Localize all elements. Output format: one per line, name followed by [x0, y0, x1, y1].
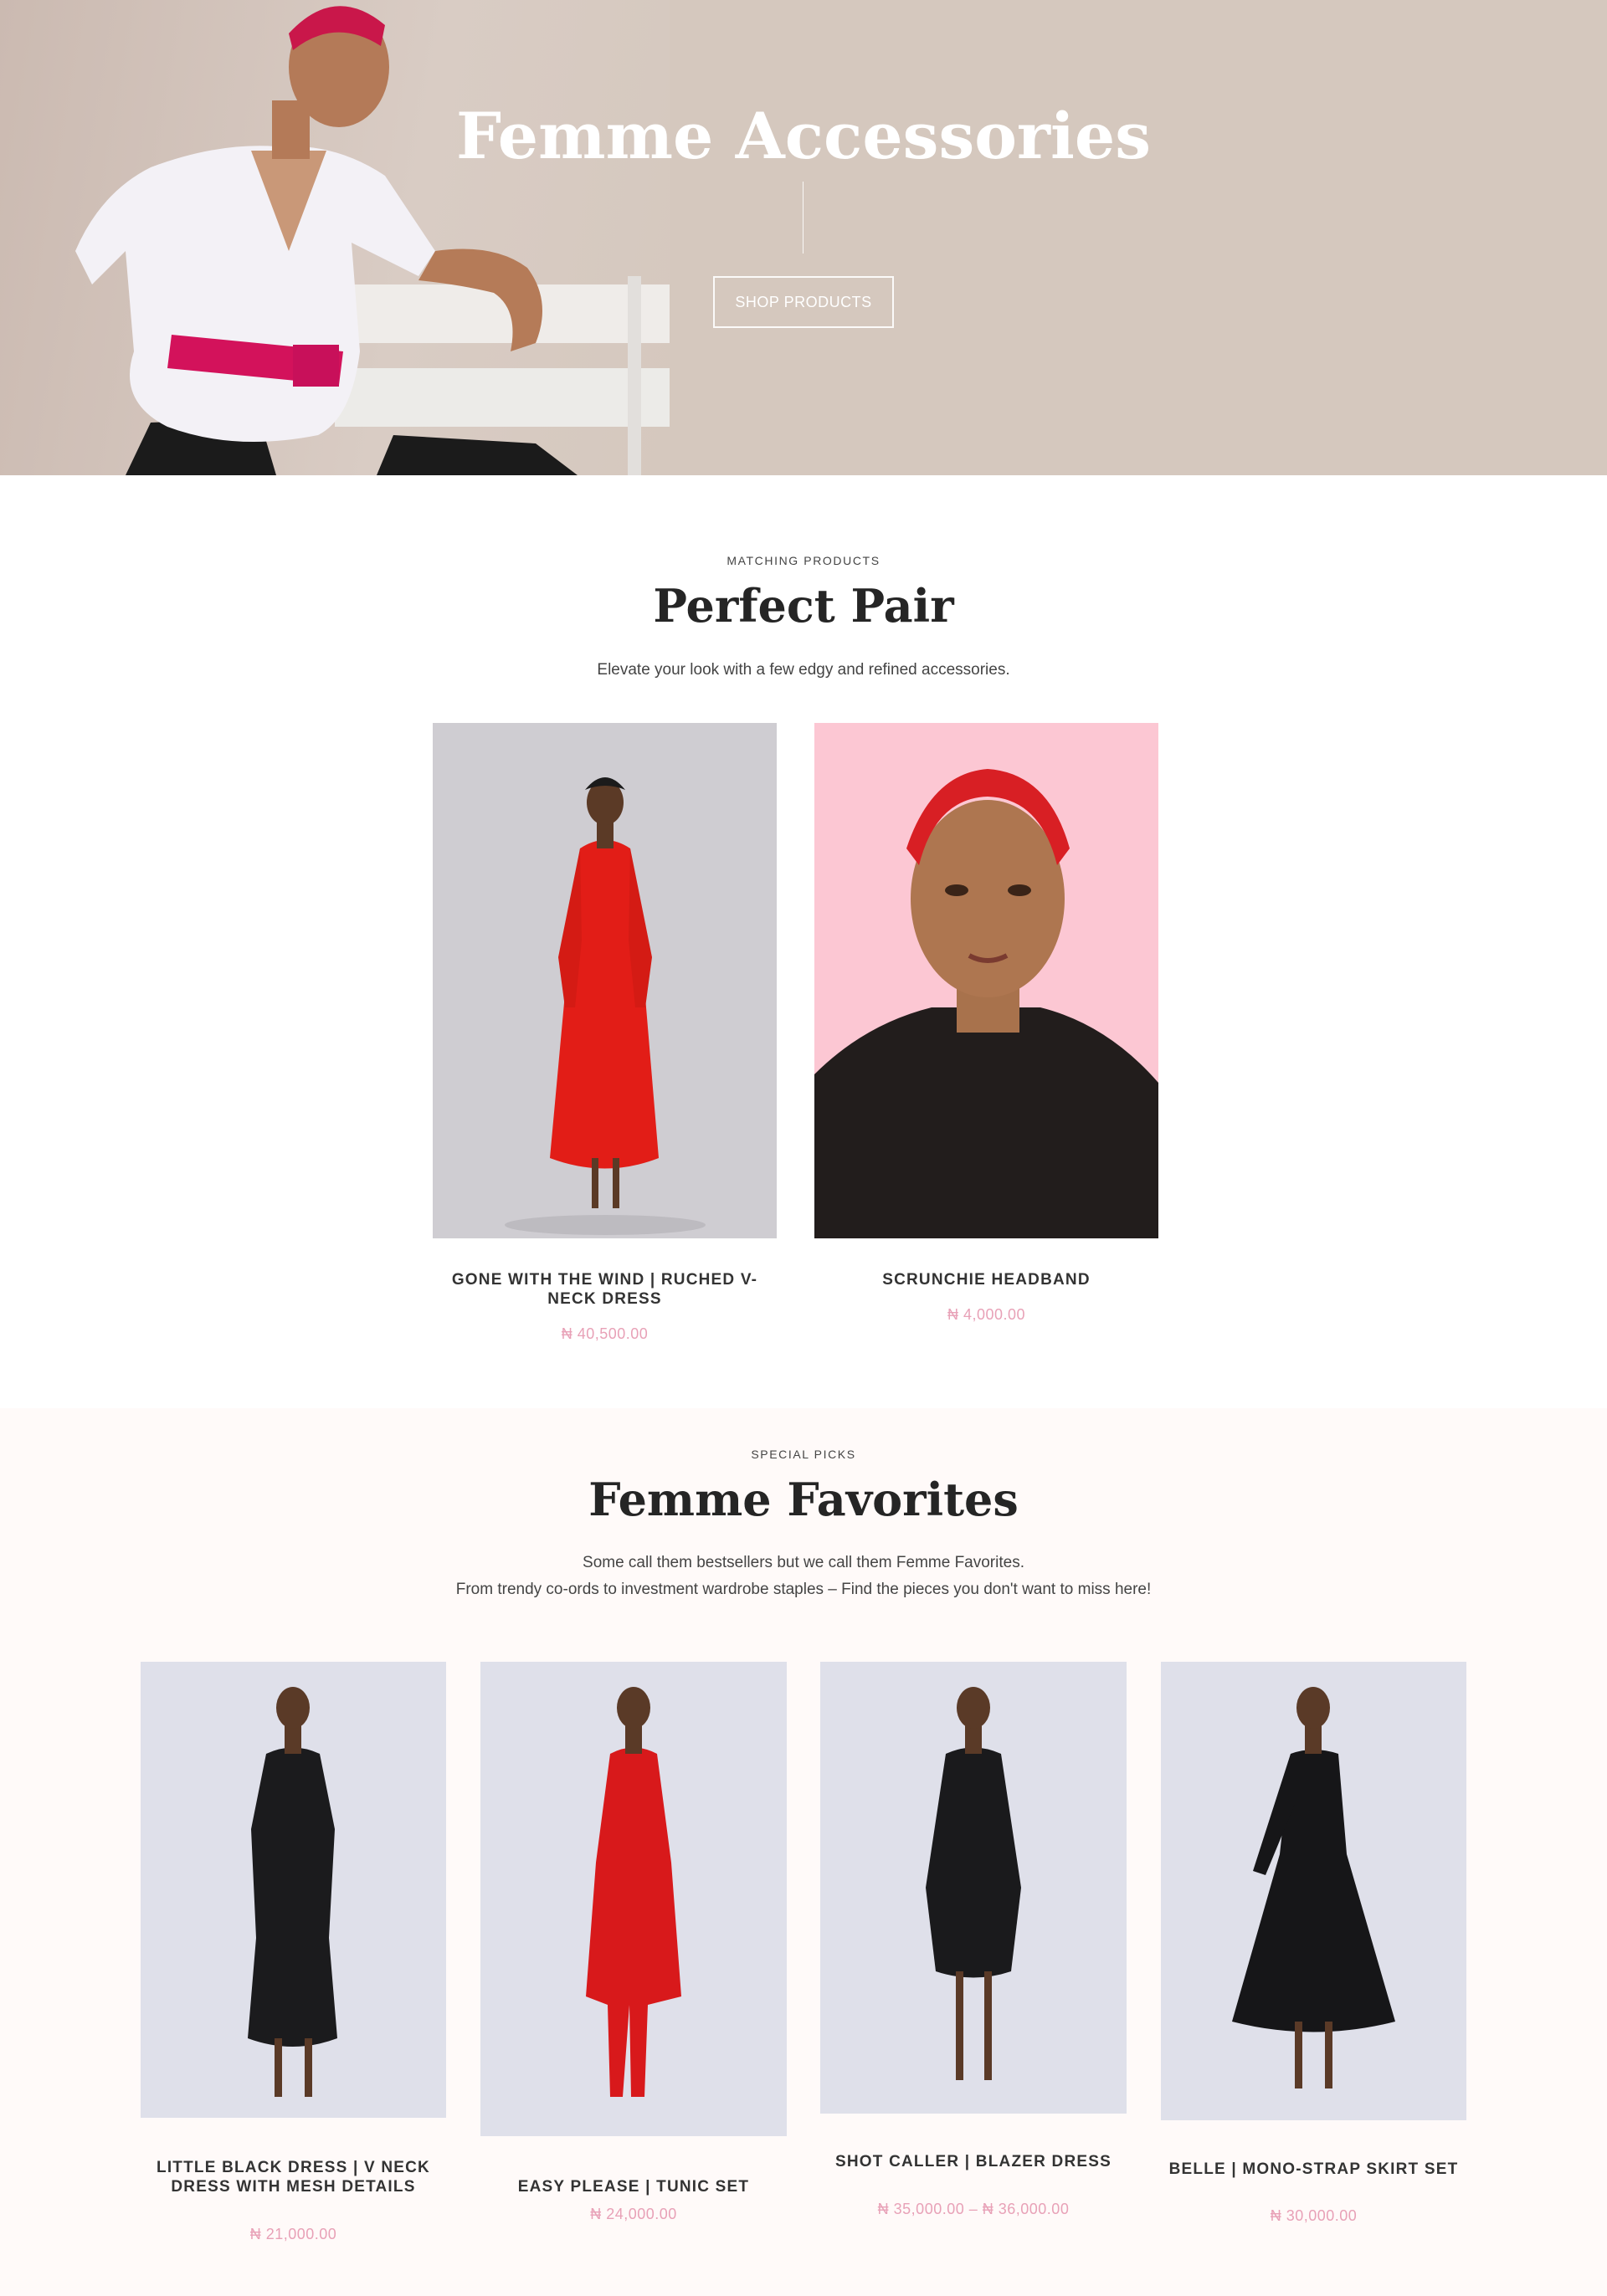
hero-title: Femme Accessories [456, 99, 1151, 173]
favorites-description-line1: Some call them bestsellers but we call t… [583, 1554, 1024, 1571]
product-name[interactable]: GONE WITH THE WIND | RUCHED V-NECK DRESS [433, 1270, 777, 1309]
product-price: ₦ 24,000.00 [590, 2206, 677, 2222]
pair-eyebrow: MATCHING PRODUCTS [726, 554, 881, 567]
product-name[interactable]: SHOT CALLER | BLAZER DRESS [820, 2152, 1127, 2171]
favorites-eyebrow: SPECIAL PICKS [751, 1448, 856, 1461]
favorites-title: Femme Favorites [588, 1473, 1019, 1526]
product-price: ₦ 4,000.00 [947, 1306, 1026, 1323]
product-image[interactable] [480, 1662, 787, 2136]
hero-banner: Femme Accessories SHOP PRODUCTS [0, 0, 1607, 475]
pair-description: Elevate your look with a few edgy and re… [597, 661, 1010, 679]
product-image[interactable] [141, 1662, 446, 2118]
product-price: ₦ 40,500.00 [561, 1325, 649, 1342]
product-image[interactable] [814, 723, 1158, 1238]
hero-divider [803, 182, 804, 254]
product-name[interactable]: BELLE | MONO-STRAP SKIRT SET [1161, 2160, 1466, 2179]
product-price: ₦ 30,000.00 [1270, 2207, 1358, 2224]
product-name[interactable]: EASY PLEASE | TUNIC SET [480, 2177, 787, 2196]
product-price: ₦ 35,000.00 – ₦ 36,000.00 [877, 2201, 1070, 2217]
product-name[interactable]: LITTLE BLACK DRESS | V NECK DRESS WITH M… [141, 2158, 446, 2196]
favorites-description-line2: From trendy co-ords to investment wardro… [455, 1581, 1152, 1598]
shop-products-button[interactable]: SHOP PRODUCTS [713, 276, 894, 328]
pair-title: Perfect Pair [653, 579, 954, 633]
product-image[interactable] [1161, 1662, 1466, 2120]
product-price: ₦ 21,000.00 [249, 2226, 337, 2242]
product-name[interactable]: SCRUNCHIE HEADBAND [814, 1270, 1158, 1289]
hero-model-photo [0, 0, 670, 475]
product-image[interactable] [433, 723, 777, 1238]
product-image[interactable] [820, 1662, 1127, 2114]
